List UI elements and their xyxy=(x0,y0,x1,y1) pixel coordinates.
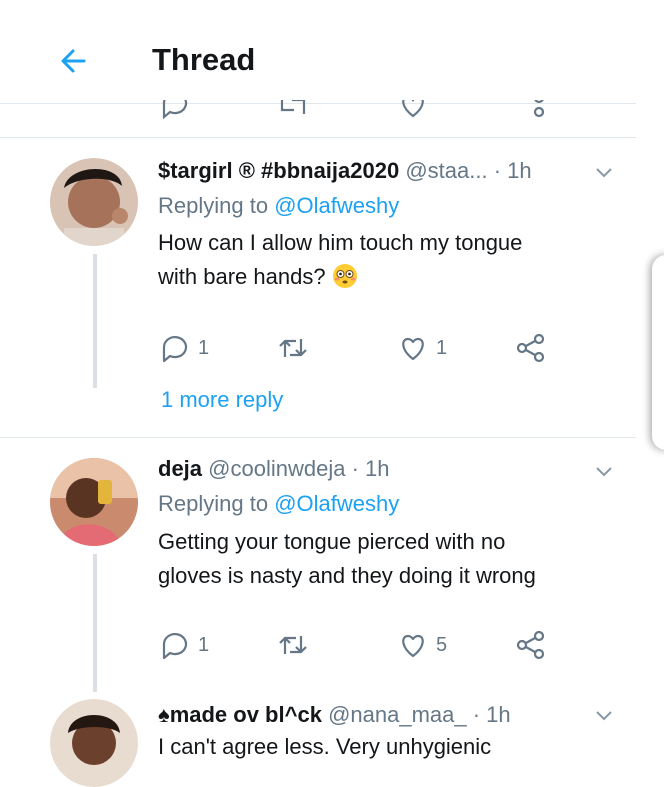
retweet-action[interactable] xyxy=(276,630,310,660)
chevron-down-icon[interactable] xyxy=(594,709,614,723)
author-handle[interactable]: @nana_maa_ xyxy=(328,702,467,727)
tweet-text-line: with bare hands? xyxy=(158,260,598,294)
tweet-text-line: Getting your tongue pierced with no xyxy=(158,529,506,554)
like-count: 1 xyxy=(436,336,448,359)
author-handle[interactable]: @coolinwdeja xyxy=(208,456,345,481)
share-icon[interactable] xyxy=(517,100,547,120)
tweet-time: · 1h xyxy=(472,702,511,727)
reply-icon[interactable] xyxy=(160,100,190,120)
heart-icon xyxy=(402,634,424,658)
avatar[interactable] xyxy=(50,699,138,787)
tweet-text: How can I allow him touch my tongue with… xyxy=(158,226,598,294)
tweet-text-line: How can I allow him touch my tongue xyxy=(158,230,523,255)
reply-action[interactable]: 1 xyxy=(160,333,209,363)
tweet-author-line: deja @coolinwdeja · 1h xyxy=(158,456,390,482)
share-icon xyxy=(516,333,545,363)
tweet-author-line: $targirl ® #bbnaija2020 @staa... · 1h xyxy=(158,158,532,184)
avatar[interactable] xyxy=(50,458,138,546)
author-name[interactable]: deja xyxy=(158,456,202,481)
more-replies-link[interactable]: 1 more reply xyxy=(161,387,283,413)
thread-line xyxy=(93,254,97,388)
retweet-icon xyxy=(279,339,307,357)
tweet-author-line: ♠made ov bl^ck @nana_maa_ · 1h xyxy=(158,702,511,728)
retweet-icon xyxy=(279,636,307,654)
reply-icon xyxy=(162,336,188,363)
mention-link[interactable]: @Olafweshy xyxy=(274,193,399,218)
tweet-text: I can't agree less. Very unhygienic xyxy=(158,730,598,764)
spade-icon: ♠ xyxy=(158,702,170,727)
tweet-text-line: gloves is nasty and they doing it wrong xyxy=(158,563,536,588)
share-action[interactable] xyxy=(515,630,547,660)
chevron-down-icon[interactable] xyxy=(594,465,614,479)
tweet-text: Getting your tongue pierced with no glov… xyxy=(158,525,598,593)
chevron-down-icon[interactable] xyxy=(594,166,614,180)
back-button[interactable] xyxy=(56,44,96,78)
mention-link[interactable]: @Olafweshy xyxy=(274,491,399,516)
scrollbar-thumb[interactable] xyxy=(652,255,664,450)
thread-line xyxy=(93,554,97,692)
reply-action[interactable]: 1 xyxy=(160,630,209,660)
reply-count: 1 xyxy=(198,633,210,656)
replying-to: Replying to @Olafweshy xyxy=(158,193,399,219)
avatar[interactable] xyxy=(50,158,138,246)
tweet-time: · 1h xyxy=(351,456,390,481)
like-action[interactable]: 5 xyxy=(398,630,447,660)
tweet-text-line: I can't agree less. Very unhygienic xyxy=(158,734,492,759)
reply-count: 1 xyxy=(198,336,210,359)
share-icon xyxy=(516,630,545,660)
page-title: Thread xyxy=(152,42,256,77)
retweet-icon[interactable] xyxy=(276,100,310,120)
heart-icon xyxy=(402,337,424,361)
arrow-left-icon xyxy=(61,49,86,73)
flushed-face-emoji-icon xyxy=(332,264,357,288)
author-name[interactable]: made ov bl^ck xyxy=(170,702,322,727)
author-handle[interactable]: @staa... xyxy=(405,158,487,183)
like-count: 5 xyxy=(436,633,448,656)
previous-tweet-actions xyxy=(0,100,664,122)
share-action[interactable] xyxy=(515,333,547,363)
divider xyxy=(0,137,636,138)
tweet-time: · 1h xyxy=(493,158,532,183)
author-name[interactable]: $targirl ® #bbnaija2020 xyxy=(158,158,399,183)
retweet-action[interactable] xyxy=(276,333,310,363)
replying-to: Replying to @Olafweshy xyxy=(158,491,399,517)
like-icon[interactable] xyxy=(398,100,428,120)
reply-icon xyxy=(162,633,188,660)
replying-label: Replying to xyxy=(158,193,269,218)
divider xyxy=(0,437,636,438)
like-action[interactable]: 1 xyxy=(398,333,447,363)
replying-label: Replying to xyxy=(158,491,269,516)
tweet-text-fragment: with bare hands? xyxy=(158,264,326,289)
header-bar: Thread xyxy=(0,0,664,100)
